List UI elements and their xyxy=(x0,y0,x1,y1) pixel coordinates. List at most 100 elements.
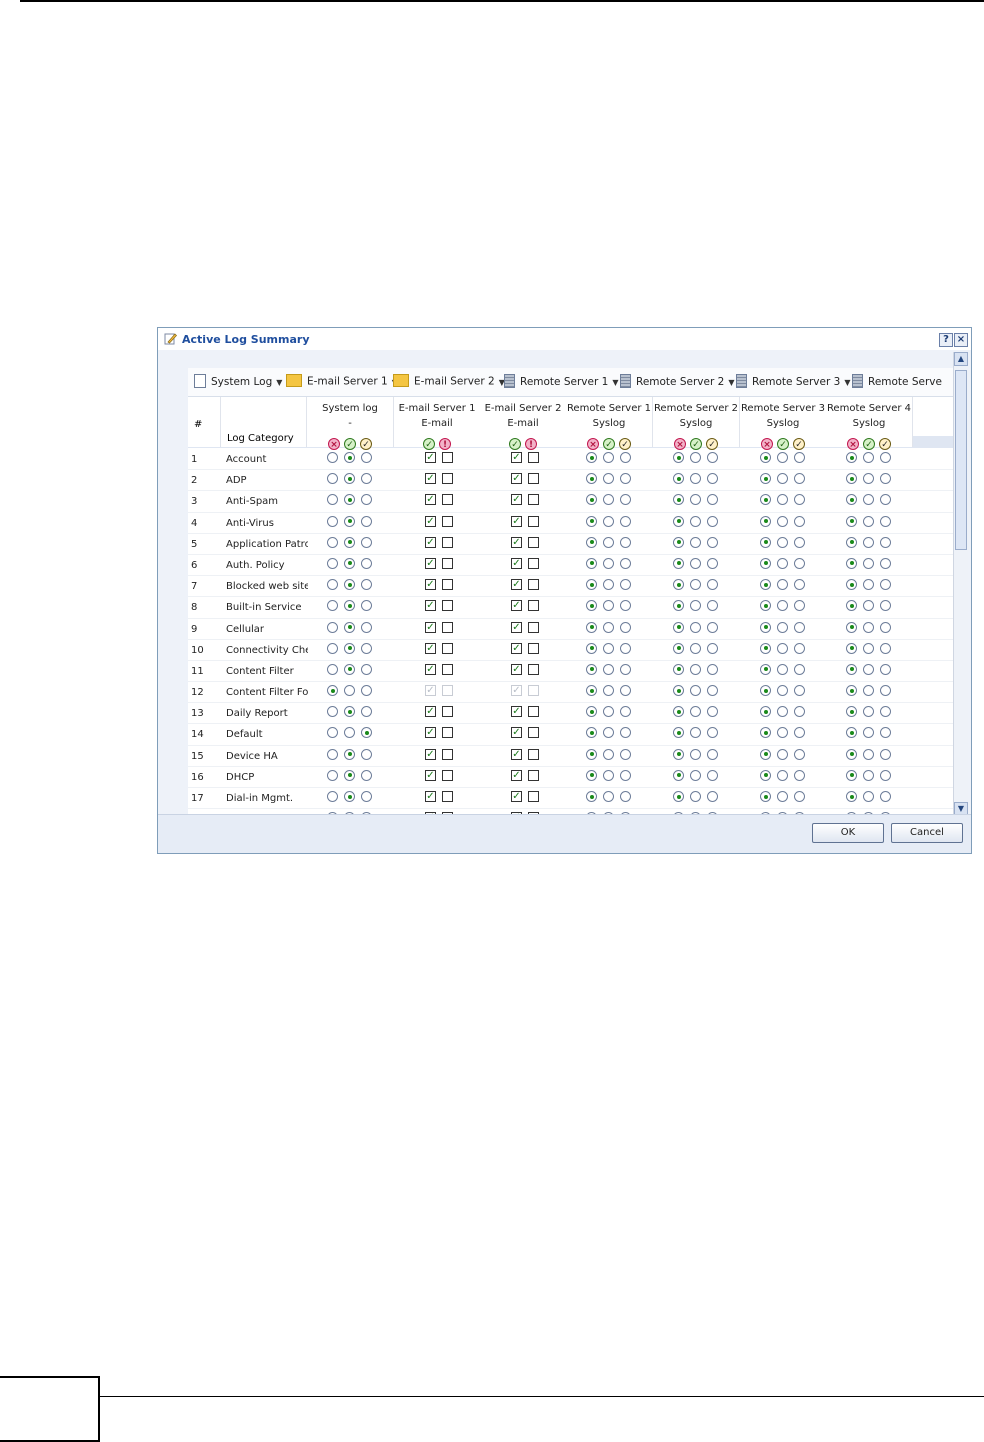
radio-button[interactable] xyxy=(603,769,614,781)
radio-button[interactable] xyxy=(760,494,771,506)
radio-button[interactable] xyxy=(361,791,372,802)
radio-button[interactable] xyxy=(794,642,805,654)
radio-button[interactable] xyxy=(863,536,874,548)
radio-button[interactable] xyxy=(603,748,614,760)
radio-button[interactable] xyxy=(361,557,372,569)
ok-button[interactable]: OK xyxy=(812,823,884,843)
radio-button[interactable] xyxy=(586,557,597,569)
close-button[interactable]: × xyxy=(954,333,968,347)
radio-button[interactable] xyxy=(586,473,597,485)
radio-button[interactable] xyxy=(673,642,684,654)
radio-button[interactable] xyxy=(863,473,874,485)
checkbox-enable[interactable]: ✓ xyxy=(425,706,436,718)
radio-button[interactable] xyxy=(673,452,684,463)
checkbox-enable[interactable]: ✓ xyxy=(511,473,522,485)
radio-button[interactable] xyxy=(707,769,718,781)
toolbar-system-log[interactable]: System Log ▼ xyxy=(194,374,282,390)
radio-button[interactable] xyxy=(361,473,372,485)
checkbox-enable[interactable]: ✓ xyxy=(511,600,522,612)
toolbar-remote-server-2[interactable]: Remote Server 2 ▼ xyxy=(620,374,734,390)
radio-button[interactable] xyxy=(586,494,597,506)
radio-button[interactable] xyxy=(327,473,338,485)
radio-button[interactable] xyxy=(846,600,857,612)
radio-button[interactable] xyxy=(586,685,597,697)
radio-button[interactable] xyxy=(760,557,771,569)
checkbox-enable[interactable]: ✓ xyxy=(425,515,436,527)
radio-button[interactable] xyxy=(690,515,701,527)
checkbox-alert[interactable] xyxy=(442,663,453,675)
radio-button[interactable] xyxy=(603,536,614,548)
radio-button[interactable] xyxy=(880,642,891,654)
radio-button[interactable] xyxy=(673,600,684,612)
radio-button[interactable] xyxy=(760,452,771,463)
radio-button[interactable] xyxy=(863,748,874,760)
radio-button[interactable] xyxy=(880,621,891,633)
radio-button[interactable] xyxy=(673,748,684,760)
radio-button[interactable] xyxy=(846,791,857,802)
radio-button[interactable] xyxy=(707,557,718,569)
radio-button[interactable] xyxy=(361,515,372,527)
radio-button[interactable] xyxy=(344,600,355,612)
radio-button[interactable] xyxy=(707,663,718,675)
radio-button[interactable] xyxy=(707,791,718,802)
radio-button[interactable] xyxy=(846,515,857,527)
radio-button[interactable] xyxy=(344,685,355,697)
radio-button[interactable] xyxy=(863,621,874,633)
checkbox-alert[interactable] xyxy=(528,642,539,654)
radio-button[interactable] xyxy=(880,600,891,612)
radio-button[interactable] xyxy=(690,579,701,591)
radio-button[interactable] xyxy=(777,663,788,675)
radio-button[interactable] xyxy=(846,727,857,739)
radio-button[interactable] xyxy=(673,769,684,781)
radio-button[interactable] xyxy=(846,557,857,569)
radio-button[interactable] xyxy=(586,600,597,612)
radio-button[interactable] xyxy=(344,515,355,527)
radio-button[interactable] xyxy=(794,536,805,548)
radio-button[interactable] xyxy=(673,515,684,527)
radio-button[interactable] xyxy=(794,748,805,760)
radio-button[interactable] xyxy=(586,536,597,548)
radio-button[interactable] xyxy=(760,769,771,781)
radio-button[interactable] xyxy=(361,452,372,463)
checkbox-alert[interactable] xyxy=(528,769,539,781)
radio-button[interactable] xyxy=(344,769,355,781)
radio-button[interactable] xyxy=(603,706,614,718)
checkbox-alert[interactable] xyxy=(442,791,453,802)
radio-button[interactable] xyxy=(620,642,631,654)
radio-button[interactable] xyxy=(794,473,805,485)
checkbox-alert[interactable] xyxy=(442,557,453,569)
radio-button[interactable] xyxy=(344,557,355,569)
radio-button[interactable] xyxy=(777,727,788,739)
radio-button[interactable] xyxy=(880,494,891,506)
checkbox-enable[interactable]: ✓ xyxy=(425,621,436,633)
radio-button[interactable] xyxy=(690,769,701,781)
radio-button[interactable] xyxy=(344,791,355,802)
radio-button[interactable] xyxy=(586,515,597,527)
radio-button[interactable] xyxy=(673,494,684,506)
radio-button[interactable] xyxy=(603,727,614,739)
radio-button[interactable] xyxy=(327,748,338,760)
checkbox-alert[interactable] xyxy=(442,473,453,485)
radio-button[interactable] xyxy=(603,452,614,463)
radio-button[interactable] xyxy=(760,791,771,802)
checkbox-alert[interactable] xyxy=(442,769,453,781)
toolbar-remote-server-1[interactable]: Remote Server 1 ▼ xyxy=(504,374,618,390)
radio-button[interactable] xyxy=(690,727,701,739)
checkbox-alert[interactable] xyxy=(528,621,539,633)
checkbox-alert[interactable] xyxy=(528,748,539,760)
checkbox-enable[interactable]: ✓ xyxy=(511,748,522,760)
radio-button[interactable] xyxy=(586,706,597,718)
radio-button[interactable] xyxy=(673,621,684,633)
radio-button[interactable] xyxy=(327,769,338,781)
radio-button[interactable] xyxy=(327,685,338,697)
vertical-scrollbar[interactable]: ▲ ▼ xyxy=(953,352,968,816)
radio-button[interactable] xyxy=(327,642,338,654)
radio-button[interactable] xyxy=(603,557,614,569)
radio-button[interactable] xyxy=(620,515,631,527)
checkbox-alert[interactable] xyxy=(528,791,539,802)
radio-button[interactable] xyxy=(880,727,891,739)
radio-button[interactable] xyxy=(690,600,701,612)
radio-button[interactable] xyxy=(777,579,788,591)
radio-button[interactable] xyxy=(777,706,788,718)
scroll-up-arrow-icon[interactable]: ▲ xyxy=(954,352,968,366)
